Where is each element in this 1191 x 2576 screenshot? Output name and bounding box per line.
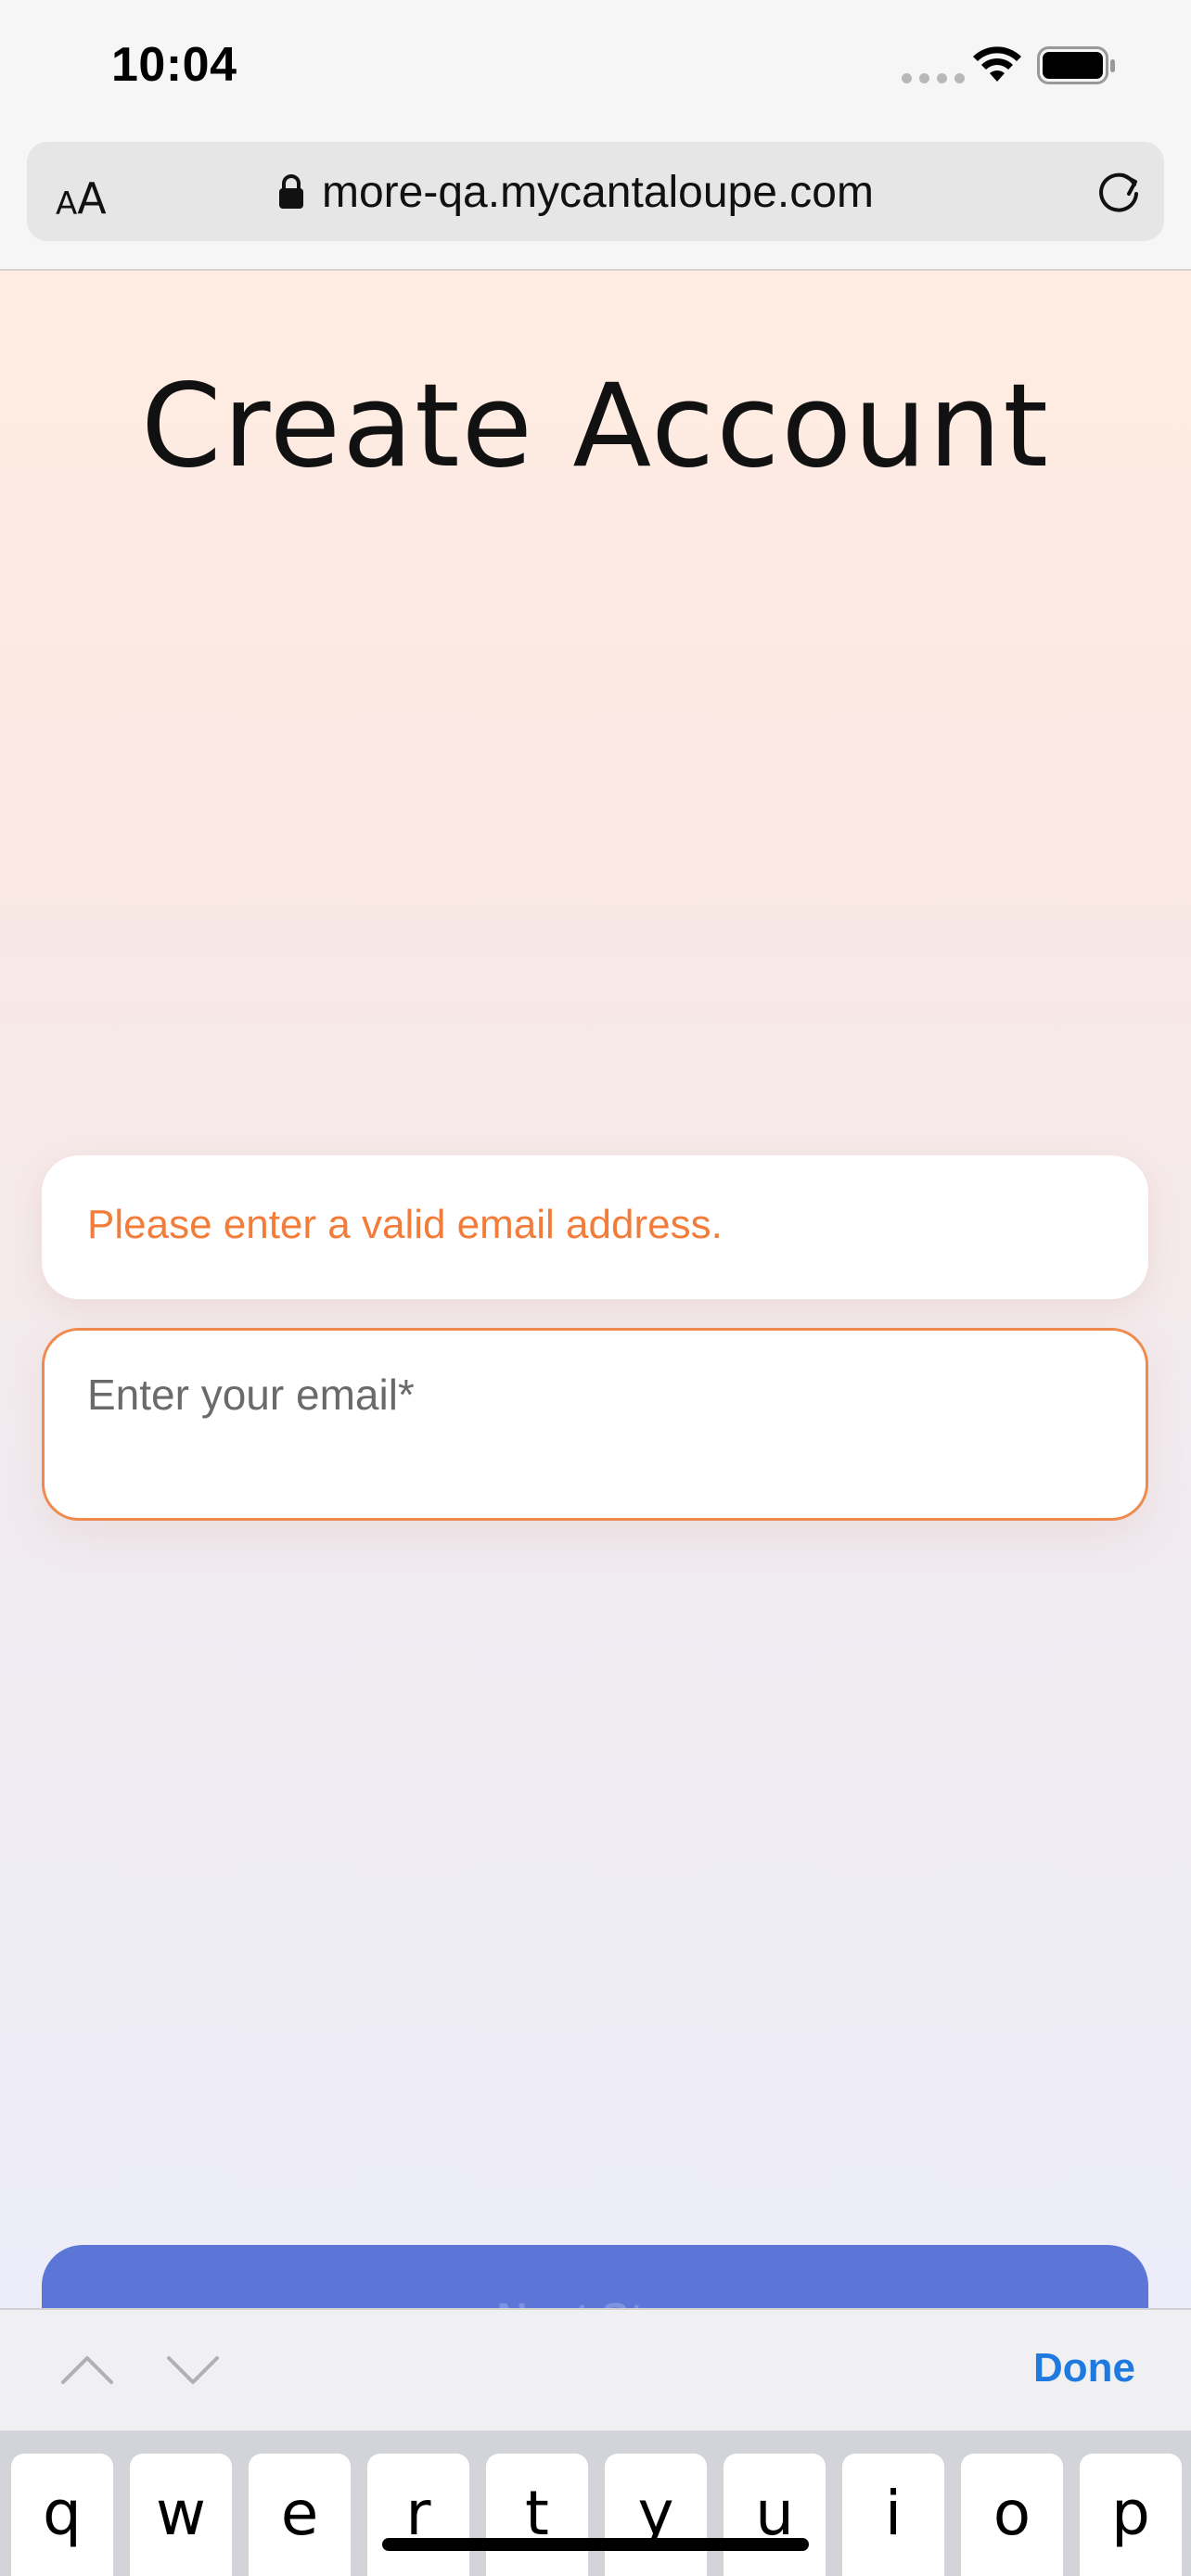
- key-p[interactable]: p: [1080, 2454, 1182, 2576]
- keyboard-accessory-bar: Done: [0, 2308, 1191, 2430]
- url-text: more-qa.mycantaloupe.com: [322, 167, 874, 217]
- status-bar: 10:04: [0, 0, 1191, 139]
- home-indicator: [382, 2538, 809, 2551]
- signal-dots-icon: [902, 73, 965, 83]
- reload-icon[interactable]: [1092, 164, 1146, 218]
- browser-url-bar[interactable]: A A more-qa.mycantaloupe.com: [27, 142, 1164, 241]
- clock-time: 10:04: [111, 38, 237, 92]
- page-content: Create Account Please enter a valid emai…: [0, 271, 1191, 2308]
- chevron-up-icon[interactable]: [59, 2351, 115, 2388]
- reader-text-size-button[interactable]: A A: [56, 168, 107, 220]
- key-w[interactable]: w: [130, 2454, 232, 2576]
- done-button[interactable]: Done: [1033, 2345, 1135, 2391]
- battery-icon: [1037, 46, 1115, 84]
- keyboard: q w e r t y u i o p: [0, 2430, 1191, 2576]
- key-e[interactable]: e: [249, 2454, 351, 2576]
- next-step-button-label: Next Step: [42, 2293, 1148, 2308]
- key-t[interactable]: t: [486, 2454, 588, 2576]
- email-input[interactable]: [87, 1362, 1089, 1427]
- key-i[interactable]: i: [842, 2454, 944, 2576]
- url-display[interactable]: more-qa.mycantaloupe.com: [277, 164, 874, 220]
- key-y[interactable]: y: [605, 2454, 707, 2576]
- error-message: Please enter a valid email address.: [87, 1202, 723, 1247]
- key-q[interactable]: q: [11, 2454, 113, 2576]
- key-u[interactable]: u: [724, 2454, 826, 2576]
- lock-icon: [279, 174, 303, 209]
- chevron-down-icon[interactable]: [165, 2351, 221, 2388]
- error-message-card: Please enter a valid email address.: [42, 1155, 1148, 1299]
- wifi-icon: [973, 46, 1021, 82]
- key-o[interactable]: o: [961, 2454, 1063, 2576]
- key-r[interactable]: r: [367, 2454, 469, 2576]
- email-field[interactable]: [42, 1328, 1148, 1521]
- next-step-button[interactable]: Next Step: [42, 2245, 1148, 2308]
- page-title: Create Account: [140, 360, 1051, 493]
